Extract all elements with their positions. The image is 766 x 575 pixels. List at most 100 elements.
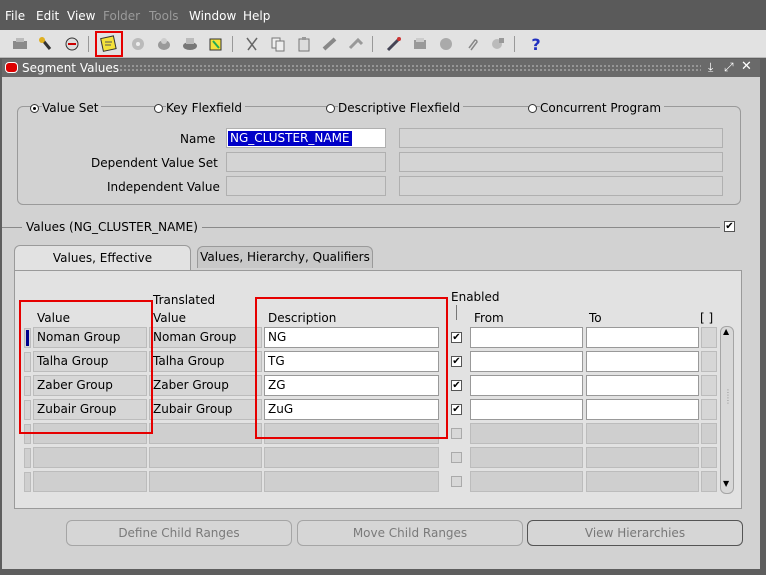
- folder-icon[interactable]: [436, 34, 456, 54]
- radio-descriptive-flexfield-label: Descriptive Flexfield: [338, 101, 464, 115]
- cell-extra[interactable]: [701, 375, 717, 396]
- cell-to[interactable]: [586, 471, 699, 492]
- cell-translated-value[interactable]: Noman Group: [149, 327, 262, 348]
- cell-translated-value[interactable]: Zaber Group: [149, 375, 262, 396]
- find-icon[interactable]: [206, 34, 226, 54]
- zoom-icon[interactable]: [154, 34, 174, 54]
- edit-icon[interactable]: [384, 34, 404, 54]
- dependent-value-set-field[interactable]: [226, 152, 386, 172]
- cell-to[interactable]: [586, 423, 699, 444]
- dependent-description-field[interactable]: [399, 152, 723, 172]
- radio-value-set-label: Value Set: [42, 101, 102, 115]
- toolbar: ?: [0, 30, 766, 58]
- minimize-icon[interactable]: ⤓: [708, 60, 713, 75]
- cell-translated-value[interactable]: Zubair Group: [149, 399, 262, 420]
- paperclip-icon[interactable]: [462, 34, 482, 54]
- cell-from[interactable]: [470, 423, 583, 444]
- menu-help[interactable]: Help: [243, 9, 270, 23]
- values-section-checkbox[interactable]: ✔: [724, 221, 735, 232]
- radio-concurrent-program[interactable]: [528, 104, 537, 113]
- cell-value[interactable]: [33, 471, 147, 492]
- folder-tools-icon[interactable]: [488, 34, 508, 54]
- scroll-up-icon[interactable]: ▲: [723, 327, 729, 336]
- save-icon[interactable]: [10, 34, 30, 54]
- cell-translated-value[interactable]: [149, 471, 262, 492]
- cell-from[interactable]: [470, 399, 583, 420]
- cell-extra[interactable]: [701, 399, 717, 420]
- cell-extra[interactable]: [701, 471, 717, 492]
- enabled-checkbox[interactable]: ✔: [451, 380, 462, 391]
- cell-to[interactable]: [586, 399, 699, 420]
- cell-to[interactable]: [586, 351, 699, 372]
- menu-file[interactable]: File: [5, 9, 25, 23]
- attachments-icon[interactable]: [410, 34, 430, 54]
- col-header-from: From: [474, 311, 504, 325]
- enabled-checkbox[interactable]: [451, 452, 462, 463]
- define-child-ranges-button[interactable]: Define Child Ranges: [66, 520, 292, 546]
- cell-extra[interactable]: [701, 447, 717, 468]
- cell-translated-value[interactable]: [149, 423, 262, 444]
- cell-extra[interactable]: [701, 351, 717, 372]
- independent-description-field[interactable]: [399, 176, 723, 196]
- enabled-checkbox[interactable]: ✔: [451, 332, 462, 343]
- clear-icon[interactable]: [320, 34, 340, 54]
- move-child-ranges-button[interactable]: Move Child Ranges: [297, 520, 523, 546]
- cell-extra[interactable]: [701, 423, 717, 444]
- menu-window[interactable]: Window: [189, 9, 236, 23]
- row-indicator[interactable]: [24, 472, 31, 492]
- enabled-checkbox[interactable]: [451, 428, 462, 439]
- cell-translated-value[interactable]: Talha Group: [149, 351, 262, 372]
- paste-icon[interactable]: [294, 34, 314, 54]
- cell-from[interactable]: [470, 351, 583, 372]
- menu-edit[interactable]: Edit: [36, 9, 59, 23]
- translation-icon[interactable]: [128, 34, 148, 54]
- radio-descriptive-flexfield[interactable]: [326, 104, 335, 113]
- menu-folder[interactable]: Folder: [103, 9, 140, 23]
- name-description-field[interactable]: [399, 128, 723, 148]
- cell-description[interactable]: [264, 447, 439, 468]
- copy-icon[interactable]: [268, 34, 288, 54]
- print-icon[interactable]: [62, 34, 82, 54]
- cell-to[interactable]: [586, 447, 699, 468]
- enabled-tick: [456, 305, 457, 320]
- menu-view[interactable]: View: [67, 9, 95, 23]
- row-indicator[interactable]: [24, 448, 31, 468]
- maximize-icon[interactable]: ⤢: [724, 60, 734, 75]
- radio-value-set[interactable]: [30, 104, 39, 113]
- name-field[interactable]: NG_CLUSTER_NAME: [226, 128, 386, 148]
- cell-translated-value[interactable]: [149, 447, 262, 468]
- cell-value[interactable]: [33, 447, 147, 468]
- cell-to[interactable]: [586, 327, 699, 348]
- oracle-logo-icon: [5, 62, 18, 73]
- cell-extra[interactable]: [701, 327, 717, 348]
- navigator-icon[interactable]: [36, 34, 56, 54]
- close-icon[interactable]: ✕: [741, 59, 752, 74]
- delete-icon[interactable]: [346, 34, 366, 54]
- cell-from[interactable]: [470, 327, 583, 348]
- vertical-scrollbar[interactable]: ▲ ⋮ ⋮ ▼: [720, 326, 734, 494]
- scroll-down-icon[interactable]: ▼: [723, 479, 729, 488]
- cut-icon[interactable]: [242, 34, 262, 54]
- menu-bar: File Edit View Folder Tools Window Help: [0, 0, 766, 30]
- cell-from[interactable]: [470, 375, 583, 396]
- enabled-checkbox[interactable]: [451, 476, 462, 487]
- value-column-highlight: [19, 300, 153, 434]
- radio-concurrent-program-label: Concurrent Program: [540, 101, 665, 115]
- radio-key-flexfield[interactable]: [154, 104, 163, 113]
- cell-description[interactable]: [264, 471, 439, 492]
- enabled-checkbox[interactable]: ✔: [451, 404, 462, 415]
- tab-values-hierarchy-qualifiers[interactable]: Values, Hierarchy, Qualifiers: [197, 246, 373, 268]
- help-icon[interactable]: ?: [526, 34, 546, 54]
- cell-from[interactable]: [470, 471, 583, 492]
- export-icon[interactable]: [180, 34, 200, 54]
- col-header-translated-value: Value: [153, 311, 186, 325]
- window-title: Segment Values: [22, 61, 120, 75]
- menu-tools[interactable]: Tools: [149, 9, 179, 23]
- enabled-checkbox[interactable]: ✔: [451, 356, 462, 367]
- cell-to[interactable]: [586, 375, 699, 396]
- tab-values-effective[interactable]: Values, Effective: [14, 245, 191, 271]
- window-titlebar: Segment Values ⤓ ⤢ ✕: [2, 59, 760, 77]
- view-hierarchies-button[interactable]: View Hierarchies: [527, 520, 743, 546]
- independent-value-field[interactable]: [226, 176, 386, 196]
- cell-from[interactable]: [470, 447, 583, 468]
